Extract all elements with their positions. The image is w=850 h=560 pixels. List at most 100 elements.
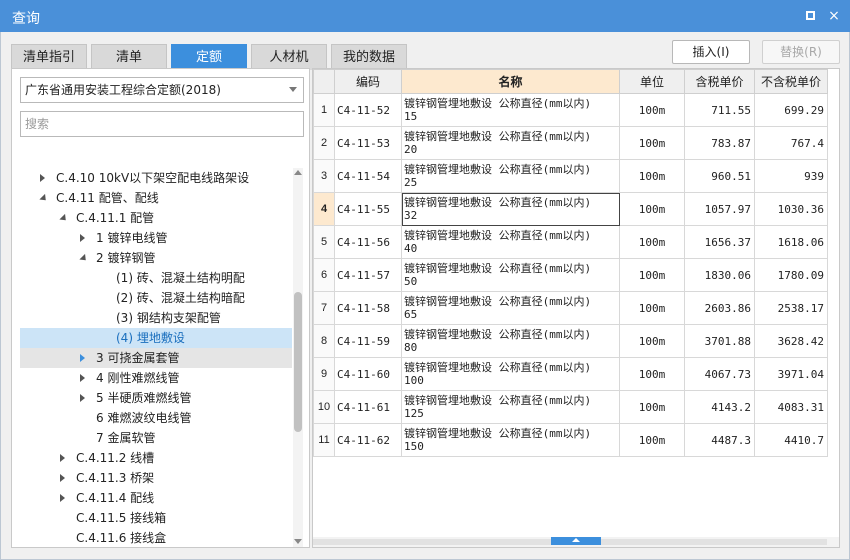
row-index: 5 (313, 225, 335, 259)
tab-labor-material-machine[interactable]: 人材机 (251, 44, 327, 70)
tab-quota[interactable]: 定额 (171, 44, 247, 70)
cell-unit: 100m (619, 324, 685, 358)
row-index: 3 (313, 159, 335, 193)
table-row[interactable]: 11 C4-11-62 镀锌钢管埋地敷设 公称直径(mm以内) 150 100m 4487… (313, 423, 828, 457)
cell-name: 镀锌钢管埋地敷设 公称直径(mm以内) 125 (401, 390, 620, 424)
cell-name-line2: 20 (404, 143, 418, 156)
replace-button[interactable]: 替换(R) (762, 40, 840, 64)
collapse-arrow-icon[interactable] (79, 253, 89, 264)
table-row[interactable]: 1 C4-11-52 镀锌钢管埋地敷设 公称直径(mm以内) 15 100m 711.55… (313, 93, 828, 127)
library-select-value: 广东省通用安装工程综合定额(2018) (25, 83, 221, 97)
table-row[interactable]: 3 C4-11-54 镀锌钢管埋地敷设 公称直径(mm以内) 25 100m 960.51… (313, 159, 828, 193)
table-row[interactable]: 8 C4-11-59 镀锌钢管埋地敷设 公称直径(mm以内) 80 100m 3701.8… (313, 324, 828, 358)
expand-arrow-icon[interactable] (60, 474, 65, 482)
column-header-unit[interactable]: 单位 (619, 69, 685, 94)
collapse-arrow-icon[interactable] (39, 193, 49, 204)
expand-arrow-icon[interactable] (80, 394, 85, 402)
tree-item[interactable]: C.4.11.5 接线箱 (20, 508, 292, 528)
tree-item[interactable]: C.4.10 10kV以下架空配电线路架设 (20, 168, 292, 188)
tree-item-label: 7 金属软管 (96, 431, 156, 445)
cell-price-notax: 939 (754, 159, 828, 193)
tree-item[interactable]: 4 刚性难燃线管 (20, 368, 292, 388)
tree-item[interactable]: 3 可挠金属套管 (20, 348, 292, 368)
grid-horizontal-scrollbar[interactable] (313, 537, 839, 547)
tree-item[interactable]: C.4.11.1 配管 (20, 208, 292, 228)
tree-item[interactable]: (4) 埋地敷设 (20, 328, 292, 348)
column-header-code[interactable]: 编码 (334, 69, 402, 94)
tree-item[interactable]: C.4.11.6 接线盒 (20, 528, 292, 547)
column-header-price-notax[interactable]: 不含税单价 (754, 69, 828, 94)
cell-code: C4-11-58 (334, 291, 402, 325)
tree-item[interactable]: (1) 砖、混凝土结构明配 (20, 268, 292, 288)
cell-price-notax: 2538.17 (754, 291, 828, 325)
tab-my-data[interactable]: 我的数据 (331, 44, 407, 70)
tree-item[interactable]: 6 难燃波纹电线管 (20, 408, 292, 428)
cell-name-line2: 25 (404, 176, 418, 189)
insert-button[interactable]: 插入(I) (672, 40, 750, 64)
table-row[interactable]: 10 C4-11-61 镀锌钢管埋地敷设 公称直径(mm以内) 125 100m 4143… (313, 390, 828, 424)
cell-name-line1: 镀锌钢管埋地敷设 公称直径(mm以内) (404, 394, 592, 407)
table-row[interactable]: 9 C4-11-60 镀锌钢管埋地敷设 公称直径(mm以内) 100 100m 4067.… (313, 357, 828, 391)
cell-name: 镀锌钢管埋地敷设 公称直径(mm以内) 32 (401, 192, 620, 226)
tree-item[interactable]: C.4.11 配管、配线 (20, 188, 292, 208)
scroll-up-icon[interactable] (294, 170, 302, 175)
close-icon[interactable]: × (824, 6, 844, 26)
maximize-icon[interactable] (800, 6, 820, 26)
quota-table: 编码 名称 单位 含税单价 不含税单价 1 C4-11-52 镀锌钢管埋地敷设 公称… (313, 69, 828, 457)
tree-scrollbar[interactable] (293, 168, 303, 547)
search-input[interactable] (20, 111, 304, 137)
quota-tree: C.4.10 10kV以下架空配电线路架设 C.4.11 配管、配线 C.4.11.… (20, 168, 292, 547)
column-header-price-tax[interactable]: 含税单价 (684, 69, 755, 94)
tree-item-label: C.4.11.5 接线箱 (76, 511, 167, 525)
cell-name-line1: 镀锌钢管埋地敷设 公称直径(mm以内) (404, 427, 592, 440)
row-index: 9 (313, 357, 335, 391)
expand-arrow-icon[interactable] (40, 174, 45, 182)
tree-item[interactable]: C.4.11.2 线槽 (20, 448, 292, 468)
tree-item[interactable]: C.4.11.3 桥架 (20, 468, 292, 488)
cell-name: 镀锌钢管埋地敷设 公称直径(mm以内) 150 (401, 423, 620, 457)
tree-item[interactable]: (3) 钢结构支架配管 (20, 308, 292, 328)
tree-item[interactable]: 1 镀锌电线管 (20, 228, 292, 248)
table-row[interactable]: 6 C4-11-57 镀锌钢管埋地敷设 公称直径(mm以内) 50 100m 1830.0… (313, 258, 828, 292)
table-row[interactable]: 7 C4-11-58 镀锌钢管埋地敷设 公称直径(mm以内) 65 100m 2603.8… (313, 291, 828, 325)
scroll-down-icon[interactable] (294, 539, 302, 544)
column-header-name[interactable]: 名称 (401, 69, 620, 94)
table-row[interactable]: 5 C4-11-56 镀锌钢管埋地敷设 公称直径(mm以内) 40 100m 1656.3… (313, 225, 828, 259)
library-select[interactable]: 广东省通用安装工程综合定额(2018) (20, 77, 304, 103)
cell-code: C4-11-52 (334, 93, 402, 127)
table-row[interactable]: 2 C4-11-53 镀锌钢管埋地敷设 公称直径(mm以内) 20 100m 783.87… (313, 126, 828, 160)
quota-grid-panel: 编码 名称 单位 含税单价 不含税单价 1 C4-11-52 镀锌钢管埋地敷设 公称… (312, 68, 840, 548)
collapse-arrow-icon[interactable] (59, 213, 69, 224)
expand-arrow-icon[interactable] (60, 454, 65, 462)
cell-unit: 100m (619, 192, 685, 226)
cell-unit: 100m (619, 159, 685, 193)
cell-price-tax: 1057.97 (684, 192, 755, 226)
tree-item[interactable]: 2 镀锌钢管 (20, 248, 292, 268)
cell-code: C4-11-61 (334, 390, 402, 424)
expand-arrow-icon[interactable] (80, 234, 85, 242)
tree-item[interactable]: 7 金属软管 (20, 428, 292, 448)
table-row[interactable]: 4 C4-11-55 镀锌钢管埋地敷设 公称直径(mm以内) 32 100m 1057.9… (313, 192, 828, 226)
tree-item-label: 5 半硬质难燃线管 (96, 391, 192, 405)
scrollbar-handle[interactable] (551, 537, 601, 545)
expand-arrow-icon[interactable] (80, 374, 85, 382)
chevron-down-icon[interactable] (289, 87, 297, 92)
cell-price-notax: 3628.42 (754, 324, 828, 358)
cell-name: 镀锌钢管埋地敷设 公称直径(mm以内) 20 (401, 126, 620, 160)
column-header-index (313, 69, 335, 94)
tree-item[interactable]: 5 半硬质难燃线管 (20, 388, 292, 408)
expand-arrow-icon[interactable] (80, 354, 85, 362)
tree-item-label: C.4.11.3 桥架 (76, 471, 155, 485)
tree-item[interactable]: C.4.11.4 配线 (20, 488, 292, 508)
tree-item[interactable]: (2) 砖、混凝土结构暗配 (20, 288, 292, 308)
row-index: 8 (313, 324, 335, 358)
cell-name-line2: 65 (404, 308, 418, 321)
cell-name-line2: 32 (404, 209, 418, 222)
cell-unit: 100m (619, 126, 685, 160)
scrollbar-thumb[interactable] (294, 292, 302, 432)
expand-arrow-icon[interactable] (60, 494, 65, 502)
tab-list[interactable]: 清单 (91, 44, 167, 70)
tree-item-label: (3) 钢结构支架配管 (116, 311, 221, 325)
tab-list-guide[interactable]: 清单指引 (11, 44, 87, 70)
cell-unit: 100m (619, 225, 685, 259)
